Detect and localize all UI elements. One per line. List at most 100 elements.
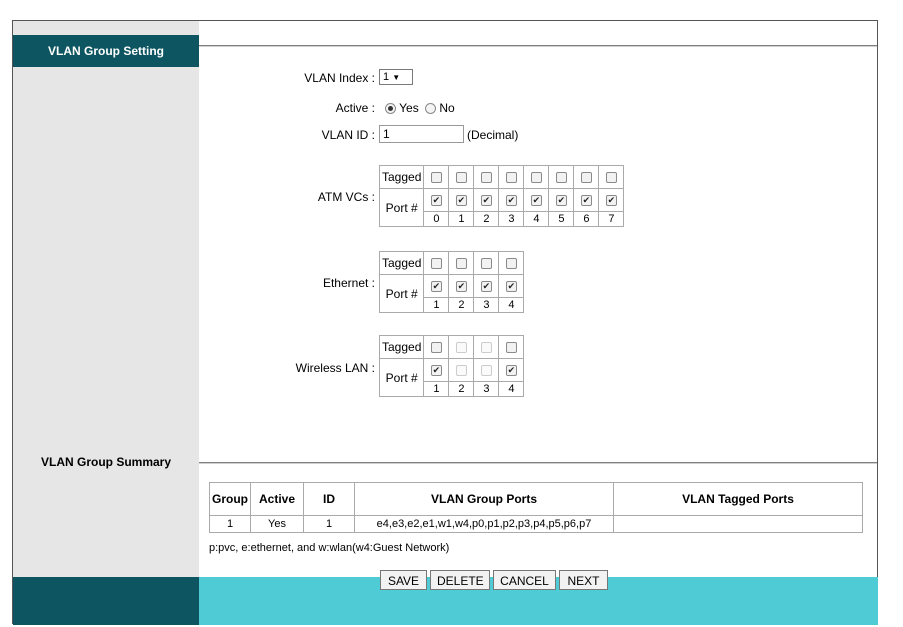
tagged-cell <box>448 165 475 189</box>
tagged-cell <box>573 165 600 189</box>
summary-header-id: ID <box>303 482 355 516</box>
port-number: 4 <box>523 211 550 227</box>
port-number: 3 <box>498 211 525 227</box>
tagged-cell <box>423 335 450 359</box>
port-cell: ✔ <box>498 358 525 382</box>
summary-header-row: Group Active ID VLAN Group Ports VLAN Ta… <box>209 482 863 516</box>
port-number: 3 <box>473 297 500 313</box>
vlan-index-value: 1 <box>383 71 390 83</box>
port-cell: ✔ <box>598 188 625 212</box>
vlan-id-input[interactable] <box>379 125 464 143</box>
port-checkbox[interactable]: ✔ <box>580 195 592 207</box>
tagged-cell <box>448 251 475 275</box>
port-cell: ✔ <box>523 188 550 212</box>
tagged-checkbox[interactable] <box>505 258 517 270</box>
tagged-row: Tagged <box>378 335 525 359</box>
port-cell: ✔ <box>473 188 500 212</box>
vlan-group-summary-table: Group Active ID VLAN Group Ports VLAN Ta… <box>209 482 863 533</box>
port-checkbox[interactable]: ✔ <box>480 281 492 293</box>
port-checkbox <box>455 365 467 377</box>
vlan-id-hint: (Decimal) <box>467 128 519 142</box>
delete-button[interactable]: DELETE <box>430 570 490 590</box>
tagged-checkbox[interactable] <box>480 172 492 184</box>
port-number: 5 <box>548 211 575 227</box>
section-divider <box>199 462 877 464</box>
tagged-row: Tagged <box>378 165 625 189</box>
summary-cell-group-ports: e4,e3,e2,e1,w1,w4,p0,p1,p2,p3,p4,p5,p6,p… <box>354 515 614 533</box>
vlan-id-label: VLAN ID : <box>321 128 375 142</box>
tagged-checkbox[interactable] <box>505 342 517 354</box>
tagged-checkbox[interactable] <box>430 172 442 184</box>
port-row: Port # ✔ ✔ ✔ ✔ <box>378 274 525 313</box>
tagged-label: Tagged <box>378 335 424 359</box>
section-divider <box>199 45 877 47</box>
port-cell <box>473 358 500 382</box>
active-no-label: No <box>439 101 455 115</box>
tagged-checkbox[interactable] <box>530 172 542 184</box>
tagged-cell <box>448 335 475 359</box>
active-yes-radio[interactable] <box>385 103 396 114</box>
port-checkbox[interactable]: ✔ <box>530 195 542 207</box>
port-cell: ✔ <box>498 188 525 212</box>
tagged-checkbox[interactable] <box>430 342 442 354</box>
port-checkbox[interactable]: ✔ <box>455 195 467 207</box>
port-number: 6 <box>573 211 600 227</box>
vlan-index-select[interactable]: 1 ▼ <box>379 69 413 85</box>
tagged-checkbox[interactable] <box>430 258 442 270</box>
port-row: Port # ✔ ✔ ✔ ✔ ✔ ✔ ✔ ✔ <box>378 188 625 227</box>
tagged-cell <box>498 165 525 189</box>
port-label: Port # <box>378 358 424 397</box>
port-number: 1 <box>423 297 450 313</box>
cancel-button[interactable]: CANCEL <box>493 570 556 590</box>
table-row: 1 Yes 1 e4,e3,e2,e1,w1,w4,p0,p1,p2,p3,p4… <box>209 515 863 533</box>
port-cell: ✔ <box>423 274 450 298</box>
save-button[interactable]: SAVE <box>380 570 427 590</box>
tagged-cell <box>423 165 450 189</box>
tagged-checkbox[interactable] <box>480 258 492 270</box>
port-checkbox[interactable]: ✔ <box>480 195 492 207</box>
port-checkbox[interactable]: ✔ <box>455 281 467 293</box>
port-cell: ✔ <box>548 188 575 212</box>
tagged-checkbox[interactable] <box>605 172 617 184</box>
ethernet-label: Ethernet : <box>322 276 375 290</box>
port-number: 7 <box>598 211 625 227</box>
active-radio-group: Yes No <box>385 101 455 115</box>
tagged-cell <box>523 165 550 189</box>
port-cell: ✔ <box>448 188 475 212</box>
port-label: Port # <box>378 188 424 227</box>
tagged-cell <box>423 251 450 275</box>
tagged-cell <box>473 165 500 189</box>
port-number: 3 <box>473 381 500 397</box>
port-checkbox[interactable]: ✔ <box>430 365 442 377</box>
port-checkbox[interactable]: ✔ <box>505 281 517 293</box>
tagged-cell <box>598 165 625 189</box>
tagged-cell <box>498 335 525 359</box>
port-number: 2 <box>448 297 475 313</box>
vlan-group-page: VLAN Group Setting VLAN Index : 1 ▼ Acti… <box>12 20 878 625</box>
port-checkbox[interactable]: ✔ <box>505 195 517 207</box>
port-cell: ✔ <box>473 274 500 298</box>
summary-header-active: Active <box>250 482 304 516</box>
tagged-checkbox <box>480 342 492 354</box>
active-label: Active : <box>335 101 375 115</box>
port-number: 1 <box>448 211 475 227</box>
port-checkbox[interactable]: ✔ <box>605 195 617 207</box>
tagged-cell <box>473 251 500 275</box>
port-checkbox[interactable]: ✔ <box>430 195 442 207</box>
active-yes-label: Yes <box>399 101 419 115</box>
tagged-checkbox[interactable] <box>580 172 592 184</box>
dropdown-arrow-icon: ▼ <box>392 73 401 82</box>
tagged-checkbox[interactable] <box>455 172 467 184</box>
next-button[interactable]: NEXT <box>559 570 608 590</box>
active-no-radio[interactable] <box>425 103 437 114</box>
port-checkbox <box>480 365 492 377</box>
tagged-checkbox[interactable] <box>455 258 467 270</box>
wireless-lan-port-table: Tagged Port # ✔ ✔ 1 2 3 4 <box>378 335 525 397</box>
tagged-checkbox[interactable] <box>555 172 567 184</box>
port-checkbox[interactable]: ✔ <box>430 281 442 293</box>
tagged-checkbox[interactable] <box>505 172 517 184</box>
port-checkbox[interactable]: ✔ <box>505 365 517 377</box>
port-number: 0 <box>423 211 450 227</box>
summary-header-group-ports: VLAN Group Ports <box>354 482 614 516</box>
port-checkbox[interactable]: ✔ <box>555 195 567 207</box>
